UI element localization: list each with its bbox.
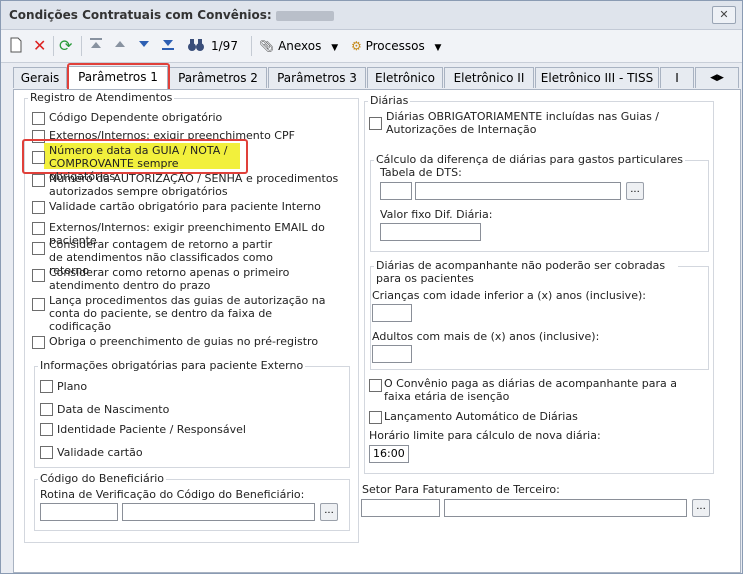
registro-group-title: Registro de Atendimentos <box>28 91 175 104</box>
acompanhante-group: Diárias de acompanhante não poderão ser … <box>370 259 709 370</box>
label-data-nascimento: Data de Nascimento <box>57 403 170 416</box>
tabela-dts-lookup-button[interactable]: ... <box>626 182 644 200</box>
search-binoculars-icon[interactable] <box>187 37 205 55</box>
label-lancamento-automatico: Lançamento Automático de Diárias <box>384 410 578 423</box>
separator <box>81 36 82 56</box>
tab-scroll-right-icon[interactable]: ▶ <box>717 73 724 83</box>
anexos-menu[interactable]: 📎︎ Anexos ▼ <box>259 37 338 55</box>
setor-description-input[interactable] <box>444 499 687 517</box>
tab-overflow[interactable]: I <box>660 67 694 88</box>
checkbox-identidade[interactable] <box>40 423 53 436</box>
last-record-icon[interactable] <box>161 37 175 55</box>
close-icon: ✕ <box>719 8 729 21</box>
label-primeiro-atendimento: Considerar como retorno apenas o primeir… <box>49 266 290 292</box>
label-lanca-procedimentos: Lança procedimentos das guias de autoriz… <box>49 294 326 333</box>
first-record-icon[interactable] <box>89 37 103 55</box>
checkbox-primeiro-atendimento[interactable] <box>32 269 45 282</box>
tabela-dts-code-input[interactable] <box>380 182 412 200</box>
title-bar: Condições Contratuais com Convênios: ✕ <box>1 1 742 30</box>
label-rotina-verificacao: Rotina de Verificação do Código do Benef… <box>40 488 305 501</box>
rotina-lookup-button[interactable]: ... <box>320 503 338 521</box>
checkbox-data-nascimento[interactable] <box>40 403 53 416</box>
tab-scroll-left-icon[interactable]: ◀ <box>710 73 717 83</box>
processos-menu[interactable]: ⚙ Processos ▼ <box>351 37 441 55</box>
paperclip-icon: 📎︎ <box>259 39 275 53</box>
redacted-name <box>275 10 334 21</box>
checkbox-obriga-guias[interactable] <box>32 336 45 349</box>
tab-gerais[interactable]: Gerais <box>13 67 67 88</box>
dropdown-arrow-icon: ▼ <box>331 43 339 53</box>
label-identidade: Identidade Paciente / Responsável <box>57 423 246 436</box>
adultos-idade-input[interactable] <box>372 345 412 363</box>
checkbox-contagem-retorno[interactable] <box>32 242 45 255</box>
record-counter: 1/97 <box>211 39 238 53</box>
tab-eletronico-ii[interactable]: Eletrônico II <box>444 67 534 88</box>
dropdown-arrow-icon: ▼ <box>434 43 442 53</box>
label-validade-cartao-interno: Validade cartão obrigatório para pacient… <box>49 200 321 213</box>
horario-limite-input[interactable]: 16:00 <box>369 445 409 463</box>
label-numero-autorizacao: Número da AUTORIZAÇÃO / SENHA e procedim… <box>49 172 339 198</box>
label-paga-isencao: O Convênio paga as diárias de acompanhan… <box>384 377 677 403</box>
checkbox-diarias-obrigatorias[interactable] <box>369 117 382 130</box>
checkbox-lanca-procedimentos[interactable] <box>32 298 45 311</box>
tab-parametros-3[interactable]: Parâmetros 3 <box>268 67 366 88</box>
diarias-group-title: Diárias <box>368 94 411 107</box>
next-record-icon[interactable] <box>137 37 151 55</box>
processos-label: Processos <box>365 39 425 53</box>
criancas-idade-input[interactable] <box>372 304 412 322</box>
anexos-label: Anexos <box>278 39 322 53</box>
tab-eletronico-iii-tiss[interactable]: Eletrônico III - TISS <box>535 67 659 88</box>
tab-parametros-2[interactable]: Parâmetros 2 <box>169 67 267 88</box>
checkbox-codigo-dependente[interactable] <box>32 112 45 125</box>
checkbox-validade-cartao-interno[interactable] <box>32 201 45 214</box>
label-setor-faturamento: Setor Para Faturamento de Terceiro: <box>362 483 560 496</box>
refresh-icon[interactable]: ⟳ <box>59 37 72 55</box>
previous-record-icon[interactable] <box>113 37 127 55</box>
label-diarias-obrigatorias: Diárias OBRIGATORIAMENTE incluídas nas G… <box>386 110 660 136</box>
window: Condições Contratuais com Convênios: ✕ ✕… <box>0 0 743 574</box>
rotina-description-input[interactable] <box>122 503 315 521</box>
tab-scroll-buttons[interactable]: ◀▶ <box>695 67 739 88</box>
setor-code-input[interactable] <box>361 499 440 517</box>
toolbar: ✕ ⟳ 1/97 📎︎ Anexos ▼ ⚙ Processos ▼ <box>1 30 742 63</box>
delete-icon[interactable]: ✕ <box>33 37 46 55</box>
gears-icon: ⚙ <box>351 39 362 53</box>
checkbox-exigir-email[interactable] <box>32 222 45 235</box>
beneficiario-group-title: Código do Beneficiário <box>38 472 167 485</box>
label-codigo-dependente: Código Dependente obrigatório <box>49 111 223 124</box>
label-criancas: Crianças com idade inferior a (x) anos (… <box>372 289 646 302</box>
valor-fixo-input[interactable] <box>380 223 481 241</box>
new-icon[interactable] <box>9 37 23 55</box>
separator <box>251 36 252 56</box>
close-button[interactable]: ✕ <box>712 6 736 24</box>
label-horario-limite: Horário limite para cálculo de nova diár… <box>369 429 601 442</box>
label-valor-fixo: Valor fixo Dif. Diária: <box>380 208 493 221</box>
checkbox-lancamento-automatico[interactable] <box>369 411 382 424</box>
setor-lookup-button[interactable]: ... <box>692 499 710 517</box>
separator <box>53 36 54 56</box>
label-validade-cartao: Validade cartão <box>57 446 143 459</box>
checkbox-paga-isencao[interactable] <box>369 379 382 392</box>
externo-group-title: Informações obrigatórias para paciente E… <box>38 359 306 372</box>
window-title: Condições Contratuais com Convênios: <box>9 8 334 22</box>
tabela-dts-description-input[interactable] <box>415 182 621 200</box>
checkbox-plano[interactable] <box>40 380 53 393</box>
rotina-code-input[interactable] <box>40 503 118 521</box>
label-tabela-dts: Tabela de DTS: <box>380 166 462 179</box>
checkbox-numero-autorizacao[interactable] <box>32 174 45 187</box>
calculo-group-title: Cálculo da diferença de diárias para gas… <box>374 153 685 166</box>
tab-eletronico[interactable]: Eletrônico <box>367 67 443 88</box>
label-obriga-guias: Obriga o preenchimento de guias no pré-r… <box>49 335 319 348</box>
label-plano: Plano <box>57 380 88 393</box>
checkbox-validade-cartao[interactable] <box>40 446 53 459</box>
tab-panel-parametros-1: Registro de Atendimentos Código Dependen… <box>13 89 741 573</box>
checkbox-numero-data-guia[interactable] <box>32 151 45 164</box>
acompanhante-group-title: Diárias de acompanhante não poderão ser … <box>374 259 678 285</box>
label-adultos: Adultos com mais de (x) anos (inclusive)… <box>372 330 600 343</box>
